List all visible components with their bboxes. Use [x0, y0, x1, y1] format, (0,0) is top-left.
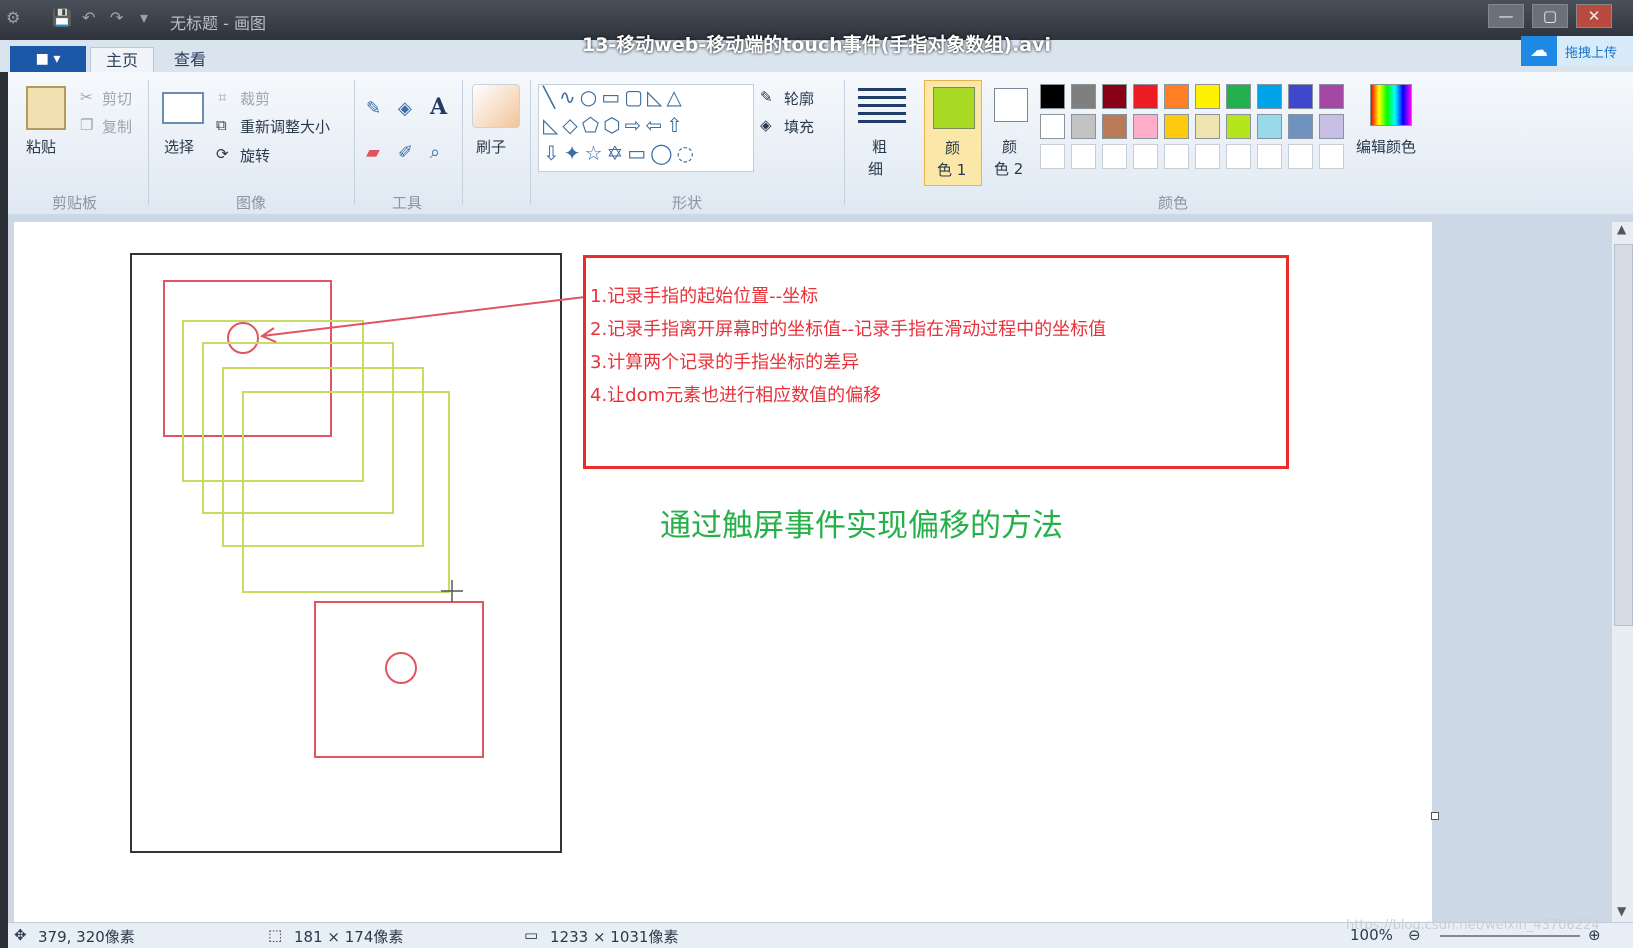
- note-line-4: 4.让dom元素也进行相应数值的偏移: [590, 385, 882, 406]
- canvas-size-icon: ▭: [524, 926, 539, 944]
- move-trail-box: [242, 391, 450, 593]
- canvas-size: 1233 × 1031像素: [550, 928, 679, 946]
- move-trail-box: [182, 320, 364, 482]
- zoom-level: 100%: [1350, 926, 1393, 944]
- canvas-resize-handle[interactable]: [1431, 812, 1439, 820]
- canvas-drawing: [130, 253, 586, 853]
- cursor-position: 379, 320像素: [38, 928, 135, 946]
- canvas-heading: 通过触屏事件实现偏移的方法: [660, 508, 1063, 544]
- scrollbar-thumb[interactable]: [1614, 244, 1633, 626]
- cursor-position-icon: ✥: [14, 926, 27, 944]
- note-line-1: 1.记录手指的起始位置--坐标: [590, 286, 819, 307]
- annotation-arrow: [261, 296, 586, 337]
- note-line-2: 2.记录手指离开屏幕时的坐标值--记录手指在滑动过程中的坐标值: [590, 319, 1107, 340]
- scroll-up-icon[interactable]: ▲: [1617, 222, 1626, 236]
- zoom-in-icon[interactable]: ⊕: [1588, 926, 1601, 944]
- note-line-3: 3.计算两个记录的手指坐标的差异: [590, 352, 860, 373]
- scroll-down-icon[interactable]: ▼: [1617, 904, 1626, 918]
- zoom-slider[interactable]: [1440, 935, 1580, 937]
- end-touch-circle: [385, 652, 417, 684]
- crosshair-cursor-icon: [441, 580, 463, 602]
- end-position-box: [314, 601, 484, 758]
- selection-size-icon: ⬚: [268, 926, 283, 944]
- zoom-out-icon[interactable]: ⊖: [1408, 926, 1421, 944]
- start-touch-circle: [227, 322, 259, 354]
- start-position-box: [163, 280, 332, 437]
- selection-size: 181 × 174像素: [294, 928, 404, 946]
